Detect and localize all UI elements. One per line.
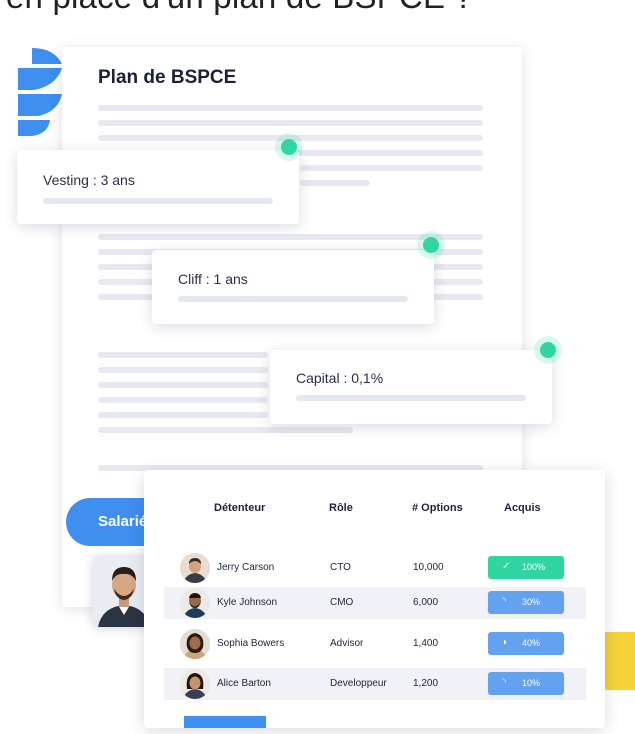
vested-value: 40% bbox=[522, 638, 541, 648]
holder-name: Kyle Johnson bbox=[217, 597, 278, 608]
table-row[interactable]: Kyle Johnson CMO 6,000 ◝ 30% bbox=[164, 587, 586, 619]
vested-badge: ◝ 10% bbox=[488, 672, 564, 695]
avatar bbox=[180, 669, 210, 699]
holders-table: Détenteur Rôle # Options Acquis Jerry Ca… bbox=[144, 470, 605, 728]
cliff-label: Cliff : 1 ans bbox=[178, 271, 248, 287]
table-row[interactable]: Sophia Bowers Advisor 1,400 ◗ 40% bbox=[164, 628, 586, 660]
employee-button-label: Salarié bbox=[98, 513, 148, 530]
vesting-marker-dot bbox=[281, 139, 297, 155]
cliff-marker-dot bbox=[423, 237, 439, 253]
text-line bbox=[98, 352, 268, 358]
vested-value: 10% bbox=[522, 678, 541, 688]
text-line bbox=[300, 165, 483, 171]
text-line bbox=[98, 367, 268, 373]
holder-options: 1,200 bbox=[413, 678, 439, 689]
column-header-options: # Options bbox=[412, 502, 463, 514]
progress-icon: ◝ bbox=[502, 596, 506, 607]
text-line bbox=[98, 397, 268, 403]
vesting-label: Vesting : 3 ans bbox=[43, 172, 135, 188]
holder-role: CTO bbox=[330, 562, 351, 573]
cliff-card: Cliff : 1 ans bbox=[152, 250, 434, 324]
check-icon: ✓ bbox=[502, 561, 511, 572]
holder-options: 6,000 bbox=[413, 597, 439, 608]
avatar bbox=[180, 629, 210, 659]
text-line bbox=[98, 427, 353, 433]
column-header-holder: Détenteur bbox=[214, 502, 266, 514]
text-line bbox=[300, 180, 370, 186]
capital-card: Capital : 0,1% bbox=[270, 350, 552, 424]
table-row[interactable]: Jerry Carson CTO 10,000 ✓ 100% bbox=[164, 552, 586, 584]
table-row[interactable]: Alice Barton Developpeur 1,200 ◝ 10% bbox=[164, 668, 586, 700]
text-line bbox=[98, 382, 268, 388]
vesting-card: Vesting : 3 ans bbox=[17, 150, 299, 224]
vested-value: 30% bbox=[522, 597, 541, 607]
avatar bbox=[180, 588, 210, 618]
vested-badge: ✓ 100% bbox=[488, 556, 564, 579]
vested-value: 100% bbox=[522, 562, 546, 572]
document-title: Plan de BSPCE bbox=[98, 67, 237, 88]
column-header-vested: Acquis bbox=[504, 502, 541, 514]
progress-icon: ◝ bbox=[502, 677, 506, 688]
holder-role: Advisor bbox=[330, 638, 364, 649]
text-line bbox=[98, 412, 268, 418]
page-heading: en place d'un plan de BSPCE ? bbox=[6, 0, 473, 16]
column-header-role: Rôle bbox=[329, 502, 353, 514]
text-line bbox=[98, 105, 483, 111]
card-bar bbox=[178, 296, 408, 302]
holder-options: 10,000 bbox=[413, 562, 444, 573]
holder-options: 1,400 bbox=[413, 638, 439, 649]
text-line bbox=[98, 120, 483, 126]
logo-pattern-decoration bbox=[18, 48, 62, 136]
capital-label: Capital : 0,1% bbox=[296, 370, 384, 386]
holder-role: CMO bbox=[330, 597, 354, 608]
holder-role: Developpeur bbox=[330, 678, 387, 689]
card-bar bbox=[296, 395, 526, 401]
avatar bbox=[180, 553, 210, 583]
progress-icon: ◗ bbox=[502, 637, 509, 648]
capital-marker-dot bbox=[540, 342, 556, 358]
blue-bar-decoration bbox=[184, 716, 266, 728]
vested-badge: ◗ 40% bbox=[488, 632, 564, 655]
vested-badge: ◝ 30% bbox=[488, 591, 564, 614]
holder-name: Alice Barton bbox=[217, 678, 271, 689]
holder-name: Sophia Bowers bbox=[217, 638, 285, 649]
yellow-shape-decoration bbox=[604, 632, 635, 690]
card-bar bbox=[43, 198, 273, 204]
holder-name: Jerry Carson bbox=[217, 562, 275, 573]
